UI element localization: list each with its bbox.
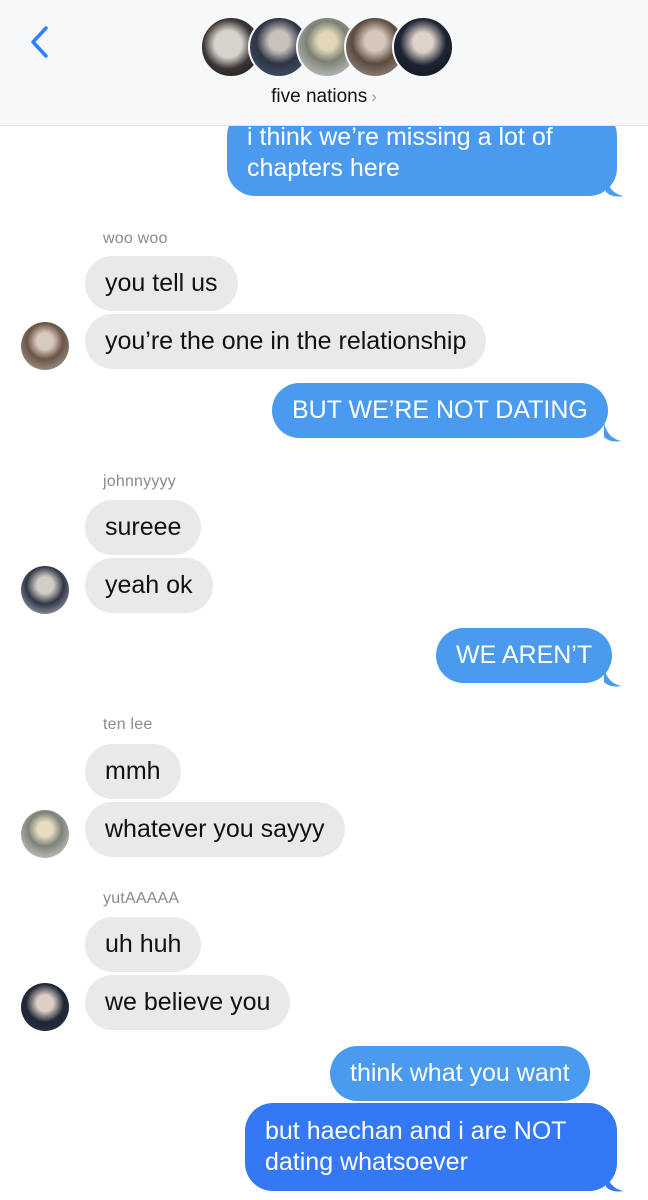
bubble-tail [604,423,622,442]
bubble-tail [604,668,622,687]
back-chevron-icon[interactable] [22,22,62,62]
group-avatars[interactable] [200,16,454,80]
sender-avatar[interactable] [21,322,69,370]
sender-name: johnnyyyy [103,473,176,490]
sender-name: woo woo [103,230,168,247]
sender-avatar[interactable] [21,810,69,858]
incoming-message[interactable]: you’re the one in the relationship [85,314,487,369]
sender-name: yutAAAAA [103,890,180,907]
sender-name: ten lee [103,716,153,733]
incoming-message[interactable]: whatever you sayyy [85,802,345,857]
outgoing-message[interactable]: BUT WE’RE NOT DATING [272,383,608,438]
bubble-tail [606,1173,624,1192]
incoming-message[interactable]: mmh [85,744,181,799]
incoming-message[interactable]: uh huh [85,917,202,972]
outgoing-message[interactable]: think what you want [330,1046,590,1101]
chevron-right-icon: › [371,87,377,106]
sender-avatar[interactable] [21,983,69,1031]
incoming-message[interactable]: you tell us [85,256,238,311]
outgoing-message[interactable]: but haechan and i are NOT dating whatsoe… [245,1103,617,1191]
sender-avatar[interactable] [21,566,69,614]
member-avatar [392,16,454,78]
group-name-button[interactable]: five nations › [0,86,648,108]
incoming-message[interactable]: sureee [85,500,202,555]
incoming-message[interactable]: yeah ok [85,558,213,613]
group-name-label: five nations [271,86,368,107]
outgoing-message[interactable]: WE AREN’T [436,628,613,683]
incoming-message[interactable]: we believe you [85,975,291,1030]
bubble-tail [606,178,624,197]
conversation-header: five nations › [0,0,648,126]
